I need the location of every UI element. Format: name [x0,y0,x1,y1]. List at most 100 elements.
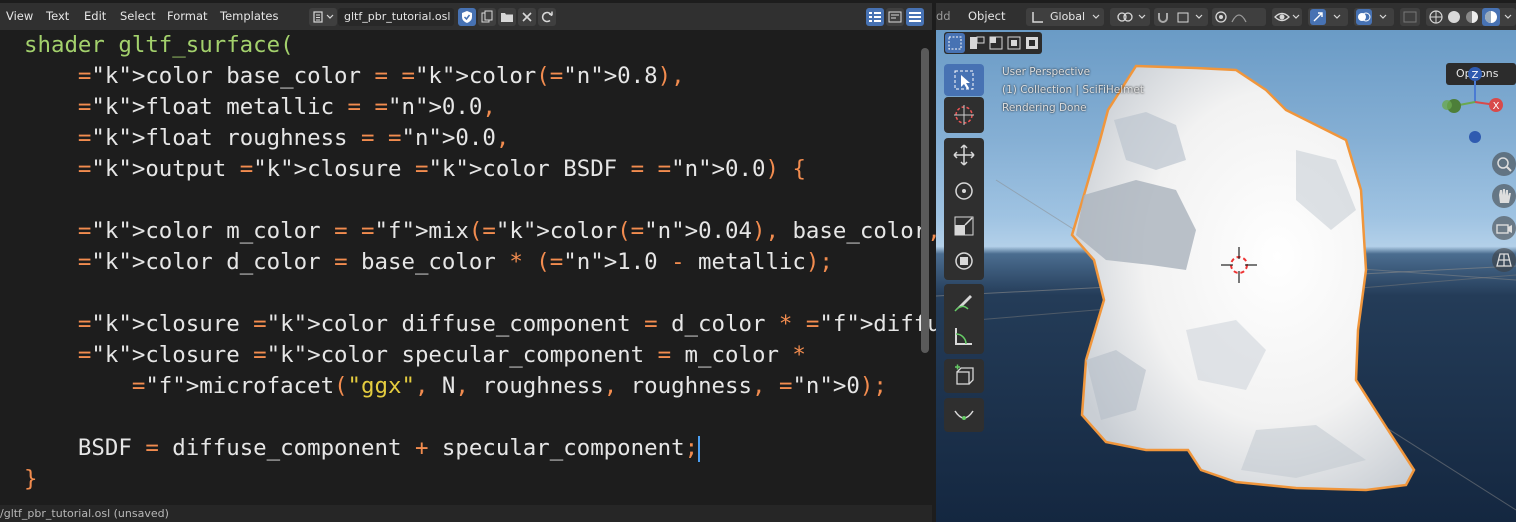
pan-button[interactable] [1492,184,1516,208]
viewport-header: dd Object Global [936,3,1516,30]
magnet-icon [1158,12,1203,23]
menu-format[interactable]: Format [167,7,208,26]
word-wrap-toggle[interactable] [886,8,904,26]
code-line-2: ="k">color base_color = ="k">color(="n">… [24,61,685,92]
copy-icon [481,10,493,23]
shield-icon [462,11,472,23]
menu-object[interactable]: Object [968,7,1005,26]
text-browse-button[interactable] [309,8,337,26]
shading-icons [1429,8,1512,26]
gizmo-x-label: X [1493,101,1500,112]
move-icon[interactable] [952,143,976,167]
code-line-5: ="k">output ="k">closure ="k">color BSDF… [24,154,806,185]
menu-view[interactable]: View [6,7,33,26]
3d-cursor-icon [1221,247,1257,283]
close-icon [522,12,532,22]
measure-icon[interactable] [952,324,976,348]
cursor-icon [954,105,974,125]
code-token: BSDF = diffuse_component + specular_comp… [24,435,699,461]
menu-select[interactable]: Select [120,7,155,26]
refresh-icon [541,11,553,23]
overlays-icon [1358,12,1371,22]
pivot-icon [1117,12,1146,22]
grid-icon [1496,253,1512,267]
code-line-14: BSDF = diffuse_component + specular_comp… [24,433,701,464]
code-token: ="k">color base_color = ="k">color(="n">… [77,63,685,89]
code-token: ="k">closure ="k">color diffuse_componen… [77,311,1022,337]
editor-scrollbar[interactable] [921,48,929,353]
code-token: ="k">float roughness = ="n">0.0, [77,125,510,151]
code-token: shader gltf_surface( [24,32,294,58]
text-cursor [698,435,701,462]
code-token: } [24,466,38,492]
gizmo-icon [1313,12,1323,22]
visibility-dropdown[interactable] [1272,8,1302,26]
tool-select-box[interactable] [944,64,984,96]
menu-edit[interactable]: Edit [84,7,106,26]
tool-add-cube[interactable] [944,359,984,393]
syntax-highlight-toggle[interactable] [906,8,924,26]
zoom-button[interactable] [1492,152,1516,176]
selection-mode-icons [945,33,1038,53]
chevron-down-icon [1333,14,1341,19]
xray-toggle[interactable] [1400,8,1420,26]
viewport-collection-label: (1) Collection | SciFiHelmet [1002,84,1144,96]
perspective-toggle-button[interactable] [1492,248,1516,272]
navigation-gizmo[interactable]: Z X [1436,62,1516,152]
camera-view-button[interactable] [1492,216,1516,240]
tool-curve[interactable] [944,398,984,432]
3d-viewport: dd Object Global User Perspective (1) Co… [936,0,1516,522]
proportional-edit-icon [1215,11,1247,23]
syntax-highlight-icon [909,12,921,22]
pivot-point-dropdown[interactable] [1110,8,1150,26]
gizmo-dropdown[interactable] [1308,8,1348,26]
line-numbers-icon [869,12,881,22]
proportional-edit-dropdown[interactable] [1212,8,1266,26]
transform-icon[interactable] [952,249,976,273]
hand-icon [1499,189,1511,203]
duplicate-text-button[interactable] [478,8,496,26]
add-cube-icon[interactable] [952,364,976,388]
code-line-3: ="k">float metallic = ="n">0.0, [24,92,496,123]
code-token: ="k">float metallic = ="n">0.0, [77,94,496,120]
scale-icon[interactable] [952,214,976,238]
eye-icon [1274,12,1300,22]
text-name-field[interactable]: gltf_pbr_tutorial.osl [338,8,454,26]
tool-cursor[interactable] [944,97,984,133]
menu-text[interactable]: Text [46,7,69,26]
status-file: /gltf_pbr_tutorial.osl (unsaved) [0,507,169,520]
select-mode-group[interactable] [944,32,1042,54]
shading-modes[interactable] [1426,8,1516,26]
viewport-render-status: Rendering Done [1002,102,1087,114]
code-line-15: } [24,464,37,495]
camera-icon [1496,224,1512,234]
viewport-scene[interactable]: User Perspective (1) Collection | SciFiH… [936,30,1516,522]
menu-add-partial[interactable]: dd [936,7,951,26]
gizmo-z-label: Z [1472,70,1479,81]
code-line-7: ="k">color m_color = ="f">mix(="k">color… [24,216,1089,247]
rotate-icon[interactable] [952,179,976,203]
code-line-4: ="k">float roughness = ="n">0.0, [24,123,509,154]
code-area[interactable]: shader gltf_surface( ="k">color base_col… [0,30,1089,500]
menu-templates[interactable]: Templates [220,7,278,26]
code-token: ="k">output ="k">closure ="k">color BSDF… [77,156,806,182]
gizmo-toggle[interactable] [1310,9,1326,25]
code-token: ="k">closure ="k">color specular_compone… [77,342,806,368]
code-line-10: ="k">closure ="k">color diffuse_componen… [24,309,1022,340]
unlink-text-button[interactable] [518,8,536,26]
annotate-tools [944,284,984,354]
line-numbers-toggle[interactable] [866,8,884,26]
curve-icon[interactable] [952,403,976,427]
overlays-toggle[interactable] [1356,9,1372,25]
fake-user-button[interactable] [458,8,476,26]
zoom-icon [1497,157,1512,172]
chevron-down-icon [1379,14,1387,19]
code-token: ="k">color m_color = ="f">mix(="k">color… [77,218,1089,244]
open-text-button[interactable] [498,8,516,26]
snap-dropdown[interactable] [1154,8,1208,26]
overlays-dropdown[interactable] [1354,8,1394,26]
reload-text-button[interactable] [538,8,556,26]
orientation-dropdown[interactable]: Global [1026,8,1104,26]
annotate-icon[interactable] [952,289,976,313]
select-box-icon [954,70,974,90]
